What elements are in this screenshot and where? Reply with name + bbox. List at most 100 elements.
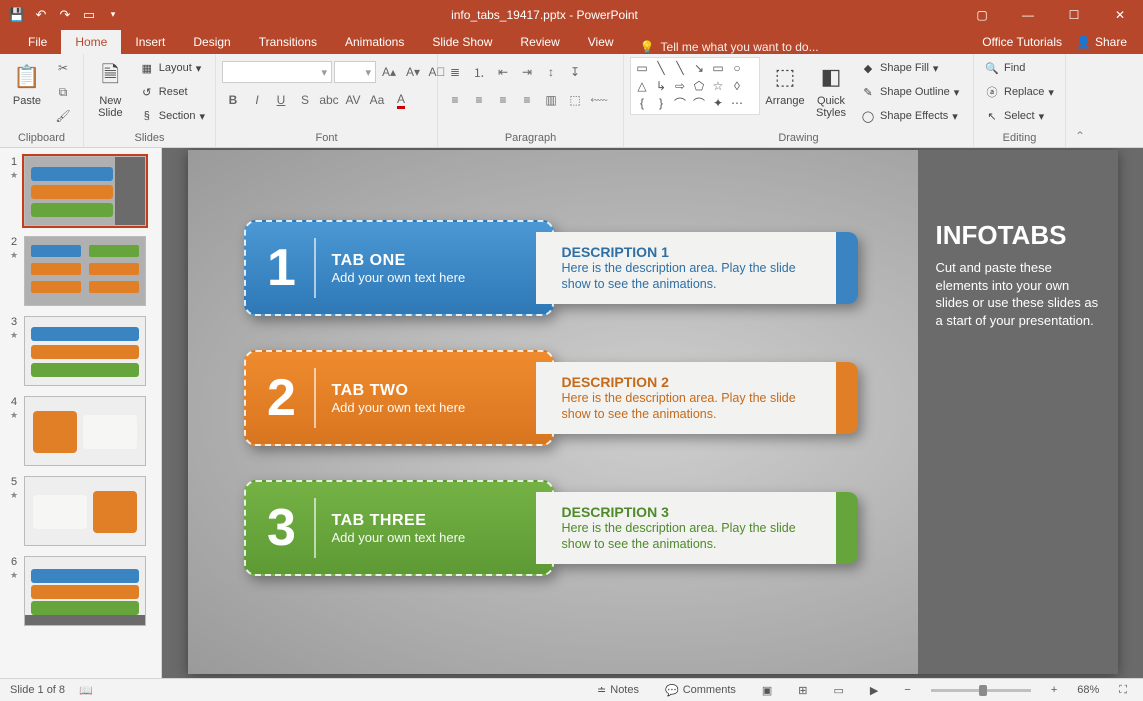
zoom-in-icon[interactable]: + — [1045, 682, 1063, 698]
new-slide-button[interactable]: 🗎 New Slide — [90, 57, 131, 119]
copy-icon[interactable]: ⧉ — [52, 81, 74, 103]
tab-transitions[interactable]: Transitions — [245, 30, 331, 54]
align-text-icon[interactable]: ⬚ — [564, 89, 586, 111]
font-name-combo[interactable]: ▾ — [222, 61, 332, 83]
slide-thumb-1[interactable] — [24, 156, 146, 226]
tab-subtitle: Add your own text here — [332, 530, 466, 545]
tell-me-search[interactable]: 💡 Tell me what you want to do... — [640, 40, 819, 54]
justify-icon[interactable]: ≡ — [516, 89, 538, 111]
grow-font-icon[interactable]: A▴ — [378, 61, 400, 83]
tab-home[interactable]: Home — [61, 30, 121, 54]
desc-box-3[interactable]: DESCRIPTION 3 Here is the description ar… — [536, 492, 846, 564]
minimize-icon[interactable]: — — [1005, 0, 1051, 29]
line-spacing-icon[interactable]: ↕ — [540, 61, 562, 83]
find-button[interactable]: 🔍Find — [980, 57, 1058, 79]
layout-button[interactable]: ▦Layout ▾ — [135, 57, 209, 79]
reading-view-icon[interactable]: ▭ — [828, 682, 850, 699]
align-center-icon[interactable]: ≡ — [468, 89, 490, 111]
text-direction-icon[interactable]: ↧ — [564, 61, 586, 83]
group-editing: 🔍Find ⓐReplace ▾ ↖Select ▾ Editing — [974, 54, 1066, 147]
start-from-beginning-icon[interactable]: ▭ — [78, 4, 100, 26]
slide-thumb-4[interactable] — [24, 396, 146, 466]
tab-insert[interactable]: Insert — [121, 30, 179, 54]
redo-icon[interactable]: ↷ — [54, 4, 76, 26]
close-icon[interactable]: ✕ — [1097, 0, 1143, 29]
section-button[interactable]: §Section ▾ — [135, 105, 209, 127]
tab-box-3[interactable]: 3 TAB THREE Add your own text here — [244, 480, 554, 576]
spellcheck-icon[interactable]: 📖 — [79, 684, 93, 697]
tab-file[interactable]: File — [14, 30, 61, 54]
desc-title: DESCRIPTION 2 — [562, 374, 828, 390]
italic-icon[interactable]: I — [246, 89, 268, 111]
tab-view[interactable]: View — [574, 30, 628, 54]
columns-icon[interactable]: ▥ — [540, 89, 562, 111]
slide-canvas[interactable]: INFOTABS Cut and paste these elements in… — [162, 148, 1143, 678]
tab-animations[interactable]: Animations — [331, 30, 418, 54]
smartart-icon[interactable]: ⬳ — [588, 89, 610, 111]
slide-thumbnail-pane[interactable]: 1★ 2★ — [0, 148, 162, 678]
zoom-slider[interactable] — [931, 689, 1031, 692]
replace-button[interactable]: ⓐReplace ▾ — [980, 81, 1058, 103]
shape-effects-button[interactable]: ◯Shape Effects ▾ — [856, 105, 963, 127]
change-case-icon[interactable]: Aa — [366, 89, 388, 111]
thumb-item: 2★ — [8, 236, 153, 306]
tab-design[interactable]: Design — [179, 30, 244, 54]
character-spacing-icon[interactable]: AV — [342, 89, 364, 111]
ribbon-display-options-icon[interactable]: ▢ — [959, 0, 1005, 29]
select-button[interactable]: ↖Select ▾ — [980, 105, 1058, 127]
shape-connector-icon: ↳ — [652, 78, 670, 94]
paste-button[interactable]: 📋 Paste — [6, 57, 48, 107]
slide-thumb-3[interactable] — [24, 316, 146, 386]
bullets-icon[interactable]: ≣ — [444, 61, 466, 83]
shape-line2-icon: ╲ — [671, 60, 689, 76]
slide-thumb-2[interactable] — [24, 236, 146, 306]
format-painter-icon[interactable]: 🖌 — [52, 105, 74, 127]
arrange-button[interactable]: ⬚ Arrange — [764, 57, 806, 107]
zoom-out-icon[interactable]: − — [898, 682, 916, 698]
reset-button[interactable]: ↺Reset — [135, 81, 209, 103]
tab-review[interactable]: Review — [506, 30, 573, 54]
font-size-combo[interactable]: ▾ — [334, 61, 376, 83]
underline-icon[interactable]: U — [270, 89, 292, 111]
strikethrough-icon[interactable]: S — [294, 89, 316, 111]
font-color-icon[interactable]: A — [390, 89, 412, 111]
increase-indent-icon[interactable]: ⇥ — [516, 61, 538, 83]
group-paragraph: ≣ ⒈ ⇤ ⇥ ↕ ↧ ≡ ≡ ≡ ≡ ▥ ⬚ ⬳ Paragraph — [438, 54, 624, 147]
shape-outline-button[interactable]: ✎Shape Outline ▾ — [856, 81, 963, 103]
desc-box-1[interactable]: DESCRIPTION 1 Here is the description ar… — [536, 232, 846, 304]
shapes-gallery[interactable]: ▭╲╲↘▭○ △↳⇨⬠☆◊ {}⌒⌒✦⋯ — [630, 57, 760, 115]
shrink-font-icon[interactable]: A▾ — [402, 61, 424, 83]
slideshow-view-icon[interactable]: ▶ — [864, 682, 884, 699]
collapse-ribbon-icon[interactable]: ⌃ — [1066, 54, 1094, 147]
tab-box-1[interactable]: 1 TAB ONE Add your own text here — [244, 220, 554, 316]
group-label-clipboard: Clipboard — [6, 130, 77, 147]
align-left-icon[interactable]: ≡ — [444, 89, 466, 111]
align-right-icon[interactable]: ≡ — [492, 89, 514, 111]
quick-styles-button[interactable]: ◧ Quick Styles — [810, 57, 852, 119]
group-label-font: Font — [222, 130, 431, 147]
tab-slideshow[interactable]: Slide Show — [418, 30, 506, 54]
cut-icon[interactable]: ✂ — [52, 57, 74, 79]
save-icon[interactable]: 💾 — [6, 4, 28, 26]
slide-thumb-6[interactable] — [24, 556, 146, 626]
shape-fill-button[interactable]: ◆Shape Fill ▾ — [856, 57, 963, 79]
fit-to-window-icon[interactable]: ⛶ — [1113, 682, 1133, 699]
slide-thumb-5[interactable] — [24, 476, 146, 546]
select-icon: ↖ — [984, 110, 1000, 123]
tab-office-tutorials[interactable]: Office Tutorials — [968, 30, 1068, 54]
comments-button[interactable]: 💬 Comments — [659, 682, 742, 699]
undo-icon[interactable]: ↶ — [30, 4, 52, 26]
share-button[interactable]: 👤 Share — [1068, 32, 1135, 52]
decrease-indent-icon[interactable]: ⇤ — [492, 61, 514, 83]
qat-customize-icon[interactable]: ▾ — [102, 4, 124, 26]
notes-button[interactable]: ≐ Notes — [591, 682, 645, 699]
zoom-level[interactable]: 68% — [1077, 684, 1099, 696]
slide-sorter-view-icon[interactable]: ⊞ — [792, 682, 813, 699]
text-shadow-icon[interactable]: abc — [318, 89, 340, 111]
normal-view-icon[interactable]: ▣ — [756, 682, 778, 699]
desc-box-2[interactable]: DESCRIPTION 2 Here is the description ar… — [536, 362, 846, 434]
tab-box-2[interactable]: 2 TAB TWO Add your own text here — [244, 350, 554, 446]
maximize-icon[interactable]: ☐ — [1051, 0, 1097, 29]
bold-icon[interactable]: B — [222, 89, 244, 111]
numbering-icon[interactable]: ⒈ — [468, 61, 490, 83]
